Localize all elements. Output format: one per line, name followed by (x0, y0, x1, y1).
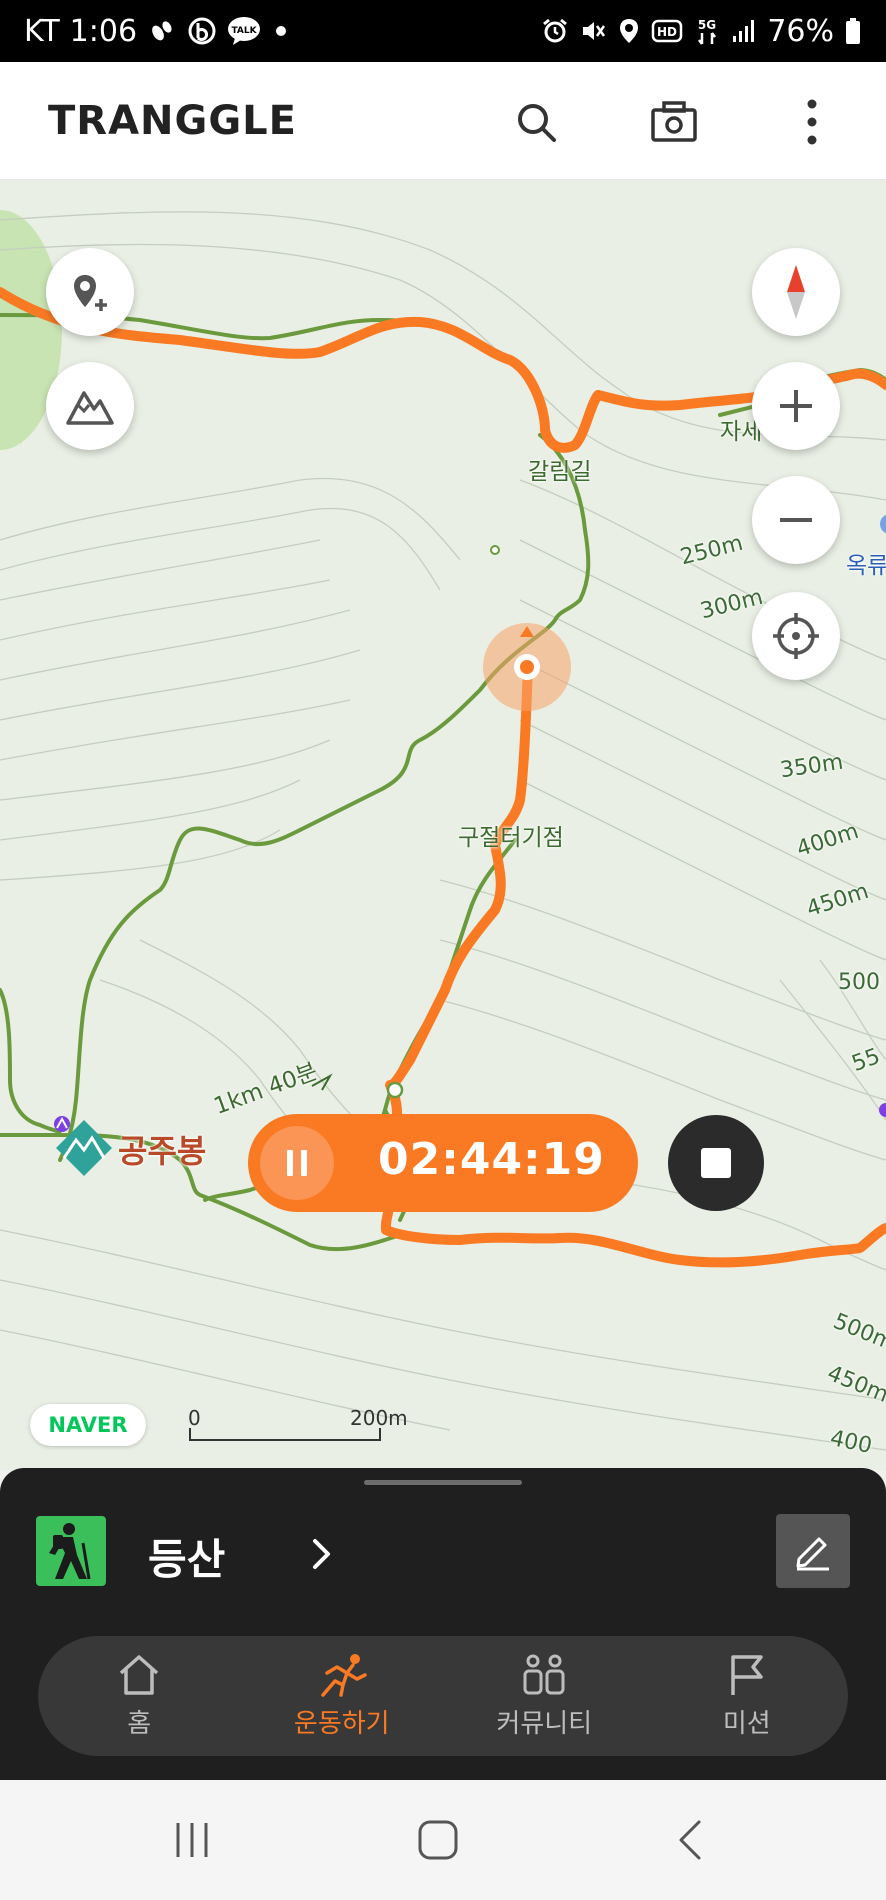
app-logo: TRANGGLE (48, 98, 297, 144)
mountain-icon (66, 391, 114, 425)
hd-icon: HD (651, 16, 683, 46)
pause-icon (287, 1150, 307, 1176)
camera-icon (651, 101, 697, 142)
status-left: KT 1:06 TALK (24, 14, 291, 49)
footprint-icon (147, 16, 177, 46)
status-right: HD 5G 76% (541, 14, 862, 49)
chevron-right-icon[interactable] (304, 1530, 340, 1578)
sheet-handle[interactable] (364, 1480, 522, 1485)
status-bar: KT 1:06 TALK HD 5G 76% (0, 0, 886, 62)
tab-community[interactable]: 커뮤니티 (443, 1636, 646, 1756)
mountain-button[interactable] (46, 362, 134, 450)
back-button[interactable] (660, 1812, 720, 1868)
running-icon (321, 1653, 367, 1697)
search-icon (518, 104, 556, 142)
talk-icon: TALK (227, 16, 261, 46)
b-app-icon (187, 16, 217, 46)
tab-label: 홈 (127, 1708, 152, 1739)
contour-label: 500 (838, 970, 880, 995)
peak-label: 공주봉 (118, 1132, 207, 1170)
edit-pencil-icon (796, 1537, 829, 1571)
junction-label: 구절터기점 (458, 825, 564, 851)
zoom-in-icon (780, 390, 812, 422)
more-vertical-icon (807, 99, 817, 145)
app-header: TRANGGLE (0, 62, 886, 180)
add-pin-button[interactable] (46, 248, 134, 336)
system-nav-bar (0, 1780, 886, 1900)
naver-logo: NAVER (30, 1404, 146, 1446)
home-button-icon (418, 1820, 458, 1860)
g5-badge: 5G (698, 18, 716, 32)
battery-icon (844, 16, 862, 46)
screen: KT 1:06 TALK HD 5G 76% TRANGGLE 갈림길 구절터기… (0, 0, 886, 1900)
activity-sheet: 등산 홈 운동하기 커뮤니티 미션 (0, 1468, 886, 1780)
tab-label: 운동하기 (293, 1708, 390, 1739)
community-icon (523, 1654, 565, 1694)
stop-button[interactable] (668, 1115, 764, 1211)
flag-icon (731, 1654, 763, 1695)
bottom-tab-bar: 홈 운동하기 커뮤니티 미션 (38, 1636, 848, 1756)
tab-workout[interactable]: 운동하기 (241, 1636, 444, 1756)
cut-label-right: 옥류 (846, 553, 886, 579)
zoom-out-icon (780, 518, 812, 522)
add-pin-icon (74, 275, 107, 311)
tab-mission[interactable]: 미션 (646, 1636, 849, 1756)
home-icon (120, 1654, 159, 1695)
search-button[interactable] (504, 90, 568, 154)
tab-home[interactable]: 홈 (38, 1636, 241, 1756)
mute-icon (579, 16, 607, 46)
dot-icon (271, 16, 291, 46)
recents-button[interactable] (162, 1812, 222, 1868)
zoom-in-button[interactable] (752, 362, 840, 450)
stop-icon (701, 1148, 731, 1178)
zoom-out-button[interactable] (752, 476, 840, 564)
trail-label-galrim: 갈림길 (528, 459, 592, 485)
activity-type[interactable]: 등산 (148, 1526, 225, 1587)
tab-label: 미션 (722, 1708, 771, 1739)
camera-button[interactable] (642, 90, 706, 154)
map-view[interactable]: 갈림길 구절터기점 공주봉 1km 40분 자세 옥류 250m 300m 35… (0, 180, 886, 1470)
carrier: KT (24, 13, 60, 49)
back-icon (679, 1820, 701, 1860)
recording-timer-pill: 02:44:19 (248, 1114, 638, 1212)
location-icon (617, 16, 641, 46)
locate-button[interactable] (752, 592, 840, 680)
alarm-icon (541, 16, 569, 46)
compass-icon (787, 265, 805, 319)
tab-label: 커뮤니티 (496, 1708, 593, 1739)
talk-badge: TALK (231, 26, 257, 36)
compass-button[interactable] (752, 248, 840, 336)
location-dot (520, 660, 534, 674)
5g-icon: 5G (693, 16, 721, 46)
pause-button[interactable] (260, 1126, 334, 1200)
map-canvas (0, 180, 886, 1470)
scale-bar (189, 1428, 381, 1441)
hiking-icon (36, 1516, 106, 1586)
elapsed-time: 02:44:19 (378, 1134, 605, 1185)
signal-icon (731, 16, 757, 46)
clock: 1:06 (69, 13, 138, 49)
recents-icon (176, 1823, 208, 1857)
battery-percent: 76% (767, 13, 834, 49)
hd-badge: HD (657, 25, 677, 39)
edit-button[interactable] (776, 1514, 850, 1588)
more-button[interactable] (780, 90, 844, 154)
locate-icon (773, 613, 819, 659)
home-button[interactable] (408, 1812, 468, 1868)
